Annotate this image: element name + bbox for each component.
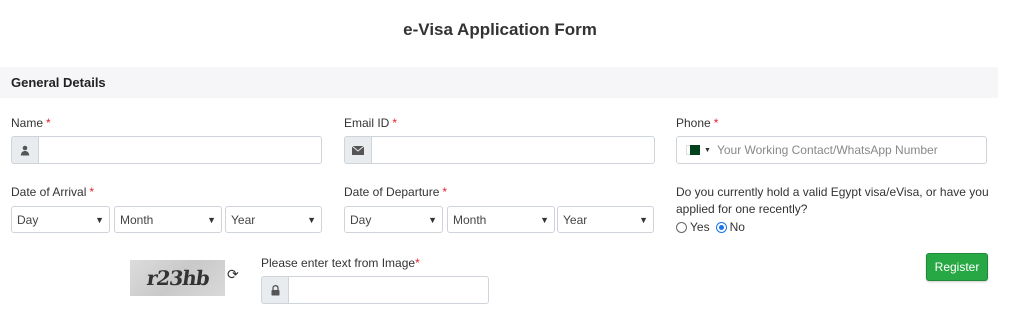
page-title: e-Visa Application Form xyxy=(403,20,597,39)
departure-day-select[interactable]: Day ▼ xyxy=(344,206,443,233)
envelope-icon xyxy=(344,136,371,164)
required-mark: * xyxy=(89,185,95,199)
section-header: General Details xyxy=(0,67,998,98)
captcha-text: r23hb xyxy=(144,266,211,290)
refresh-icon[interactable]: ⟳ xyxy=(227,266,239,283)
chevron-down-icon: ▼ xyxy=(307,214,316,225)
chevron-down-icon: ▼ xyxy=(95,214,104,225)
departure-year-select[interactable]: Year ▼ xyxy=(557,206,654,233)
email-label: Email ID * xyxy=(344,116,398,130)
email-input-group xyxy=(344,136,655,164)
required-mark: * xyxy=(442,185,448,199)
arrival-label: Date of Arrival * xyxy=(11,185,95,199)
captcha-input[interactable] xyxy=(288,276,489,304)
departure-label: Date of Departure * xyxy=(344,185,448,199)
departure-month-select[interactable]: Month ▼ xyxy=(447,206,555,233)
captcha-image: r23hb xyxy=(130,260,225,296)
register-button[interactable]: Register xyxy=(926,253,988,281)
country-dropdown-caret-icon[interactable]: ▼ xyxy=(704,147,711,154)
lock-icon xyxy=(261,276,288,304)
visa-radio-group: Yes No xyxy=(676,220,751,234)
name-label: Name * xyxy=(11,116,51,130)
arrival-day-select[interactable]: Day ▼ xyxy=(11,206,110,233)
name-input[interactable] xyxy=(38,136,322,164)
required-mark: * xyxy=(415,256,420,270)
name-input-group xyxy=(11,136,322,164)
chevron-down-icon: ▼ xyxy=(639,214,648,225)
radio-yes-label[interactable]: Yes xyxy=(690,220,710,234)
phone-input[interactable] xyxy=(716,143,986,157)
arrival-month-select[interactable]: Month ▼ xyxy=(114,206,222,233)
visa-question: Do you currently hold a valid Egypt visa… xyxy=(676,185,989,216)
required-mark: * xyxy=(392,116,398,130)
captcha-input-group xyxy=(261,276,489,304)
chevron-down-icon: ▼ xyxy=(540,214,549,225)
required-mark: * xyxy=(46,116,51,130)
phone-input-group: ▼ xyxy=(676,136,987,164)
captcha-label: Please enter text from Image* xyxy=(261,256,420,270)
section-title: General Details xyxy=(11,75,106,90)
radio-no-label[interactable]: No xyxy=(730,220,745,234)
user-icon xyxy=(11,136,38,164)
pakistan-flag-icon[interactable] xyxy=(686,145,700,155)
email-input[interactable] xyxy=(371,136,655,164)
radio-no[interactable] xyxy=(715,221,727,233)
chevron-down-icon: ▼ xyxy=(428,214,437,225)
chevron-down-icon: ▼ xyxy=(207,214,216,225)
required-mark: * xyxy=(713,116,719,130)
radio-yes[interactable] xyxy=(676,221,687,233)
phone-label: Phone * xyxy=(676,116,719,130)
arrival-year-select[interactable]: Year ▼ xyxy=(225,206,322,233)
